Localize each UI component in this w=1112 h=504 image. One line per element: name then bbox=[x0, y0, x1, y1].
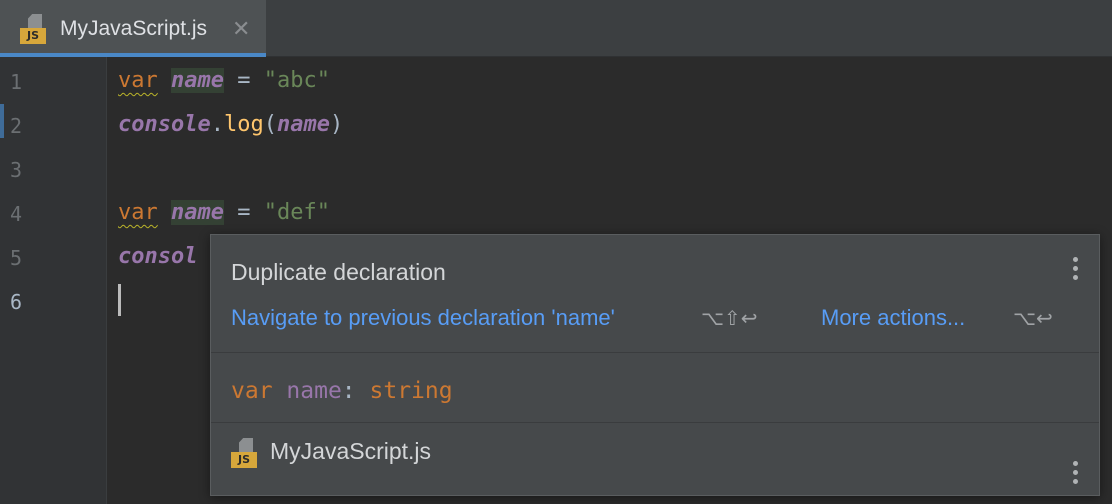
editor-tab-bar: JS MyJavaScript.js ✕ bbox=[0, 0, 1112, 57]
identifier-console-partial: consol bbox=[118, 244, 198, 269]
signature-type: string bbox=[369, 378, 453, 404]
tab-myjavascript[interactable]: JS MyJavaScript.js ✕ bbox=[0, 0, 266, 57]
signature-keyword: var bbox=[231, 378, 273, 404]
text-caret bbox=[118, 284, 121, 316]
line-number: 4 bbox=[10, 202, 23, 226]
paren-close: ) bbox=[329, 112, 344, 137]
navigate-shortcut: ⌥⇧↩ bbox=[701, 306, 758, 330]
line-number-current: 6 bbox=[10, 290, 23, 314]
gutter-divider bbox=[106, 57, 107, 504]
code-line-4[interactable]: var name = "def" bbox=[118, 198, 330, 228]
string-literal: "def" bbox=[263, 200, 330, 225]
line-number: 5 bbox=[10, 246, 23, 270]
keyword-var: var bbox=[118, 68, 158, 93]
more-options-icon[interactable] bbox=[1073, 257, 1079, 283]
code-line-5[interactable]: consol bbox=[118, 242, 197, 272]
code-line-1[interactable]: var name = "abc" bbox=[118, 66, 330, 96]
divider bbox=[211, 422, 1099, 423]
more-actions-link[interactable]: More actions... bbox=[821, 303, 965, 333]
more-options-icon[interactable] bbox=[1073, 461, 1079, 487]
paren-open: ( bbox=[263, 112, 277, 137]
change-marker[interactable] bbox=[0, 104, 4, 138]
identifier-name: name bbox=[276, 112, 330, 137]
code-line-2[interactable]: console.log(name) bbox=[118, 110, 343, 140]
line-number: 3 bbox=[10, 158, 23, 182]
declaration-file-name[interactable]: MyJavaScript.js bbox=[270, 435, 431, 467]
dot: . bbox=[210, 112, 224, 137]
assign-operator: = bbox=[223, 68, 264, 93]
declaration-signature: var name: string bbox=[231, 375, 453, 407]
js-file-icon: JS bbox=[20, 14, 52, 46]
line-number: 1 bbox=[10, 70, 23, 94]
signature-name: name bbox=[286, 378, 342, 404]
identifier-name-highlighted: name bbox=[171, 68, 224, 93]
divider bbox=[211, 352, 1099, 353]
identifier-console: console bbox=[118, 112, 211, 137]
duplicate-declaration-popup: Duplicate declaration Navigate to previo… bbox=[210, 234, 1100, 496]
identifier-name-highlighted: name bbox=[171, 200, 224, 225]
navigate-previous-declaration-link[interactable]: Navigate to previous declaration 'name' bbox=[231, 303, 615, 333]
signature-colon: : bbox=[341, 378, 370, 404]
method-log: log bbox=[223, 112, 264, 137]
line-number: 2 bbox=[10, 114, 23, 138]
keyword-var: var bbox=[118, 200, 158, 225]
close-icon[interactable]: ✕ bbox=[232, 16, 250, 42]
tab-label: MyJavaScript.js bbox=[60, 17, 208, 40]
assign-operator: = bbox=[223, 200, 264, 225]
popup-title: Duplicate declaration bbox=[231, 259, 446, 285]
js-file-icon: JS bbox=[231, 438, 263, 470]
string-literal: "abc" bbox=[263, 68, 330, 93]
more-actions-shortcut: ⌥↩ bbox=[1013, 306, 1053, 330]
